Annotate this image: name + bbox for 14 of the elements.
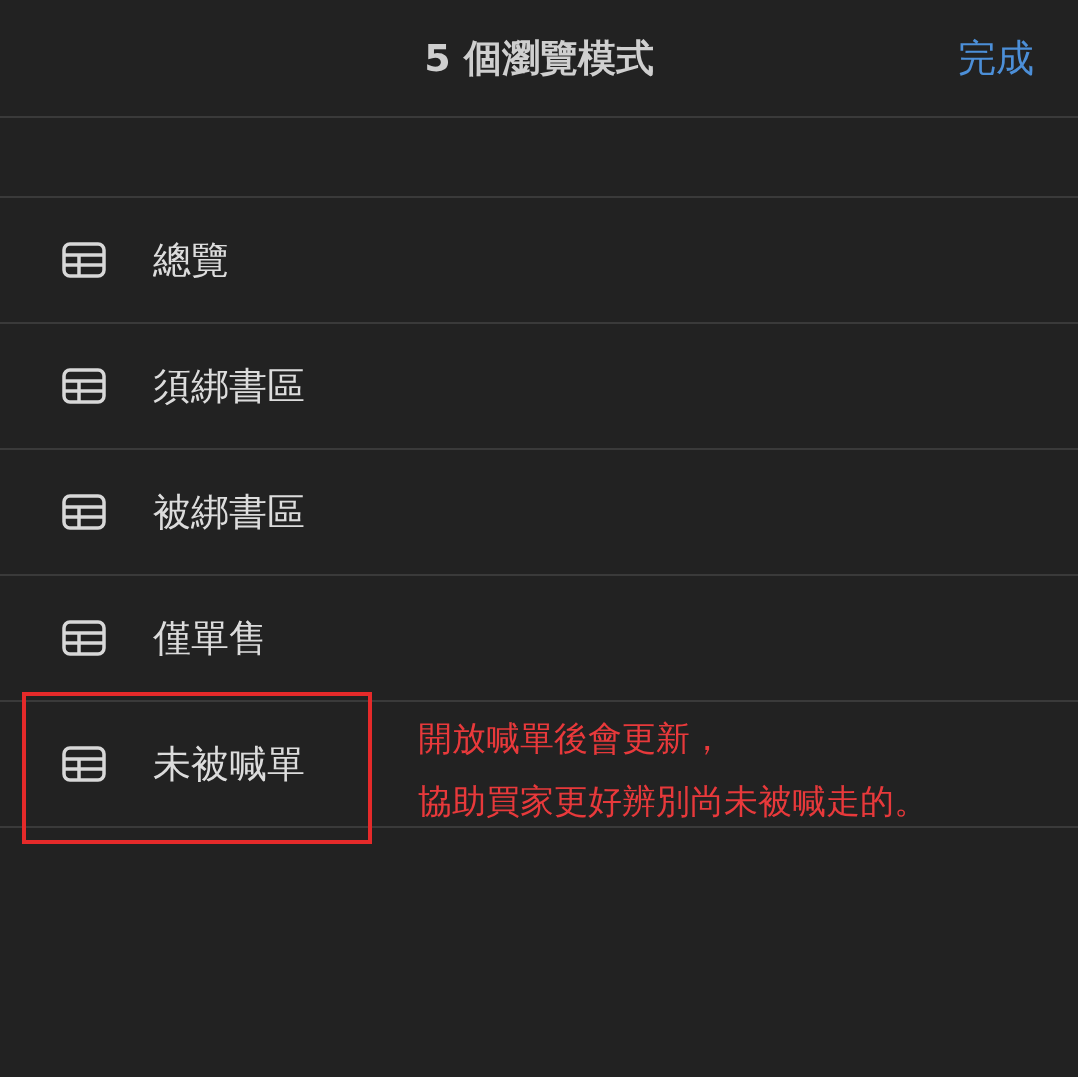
annotation-text: 開放喊單後會更新，	[418, 717, 724, 760]
view-mode-row[interactable]: 被綁書區	[0, 450, 360, 574]
table-icon	[62, 746, 106, 782]
view-mode-row[interactable]: 總覽	[0, 198, 360, 322]
table-icon	[62, 368, 106, 404]
table-icon	[62, 620, 106, 656]
view-mode-row[interactable]: 僅單售	[0, 576, 360, 700]
screen-title: 5 個瀏覽模式	[424, 34, 654, 82]
annotation-text: 協助買家更好辨別尚未被喊走的。	[418, 780, 928, 823]
done-button[interactable]: 完成	[958, 32, 1034, 84]
view-mode-row[interactable]: 須綁書區	[0, 324, 360, 448]
table-icon	[62, 494, 106, 530]
view-mode-row[interactable]: 未被喊單	[0, 702, 360, 826]
table-icon	[62, 242, 106, 278]
